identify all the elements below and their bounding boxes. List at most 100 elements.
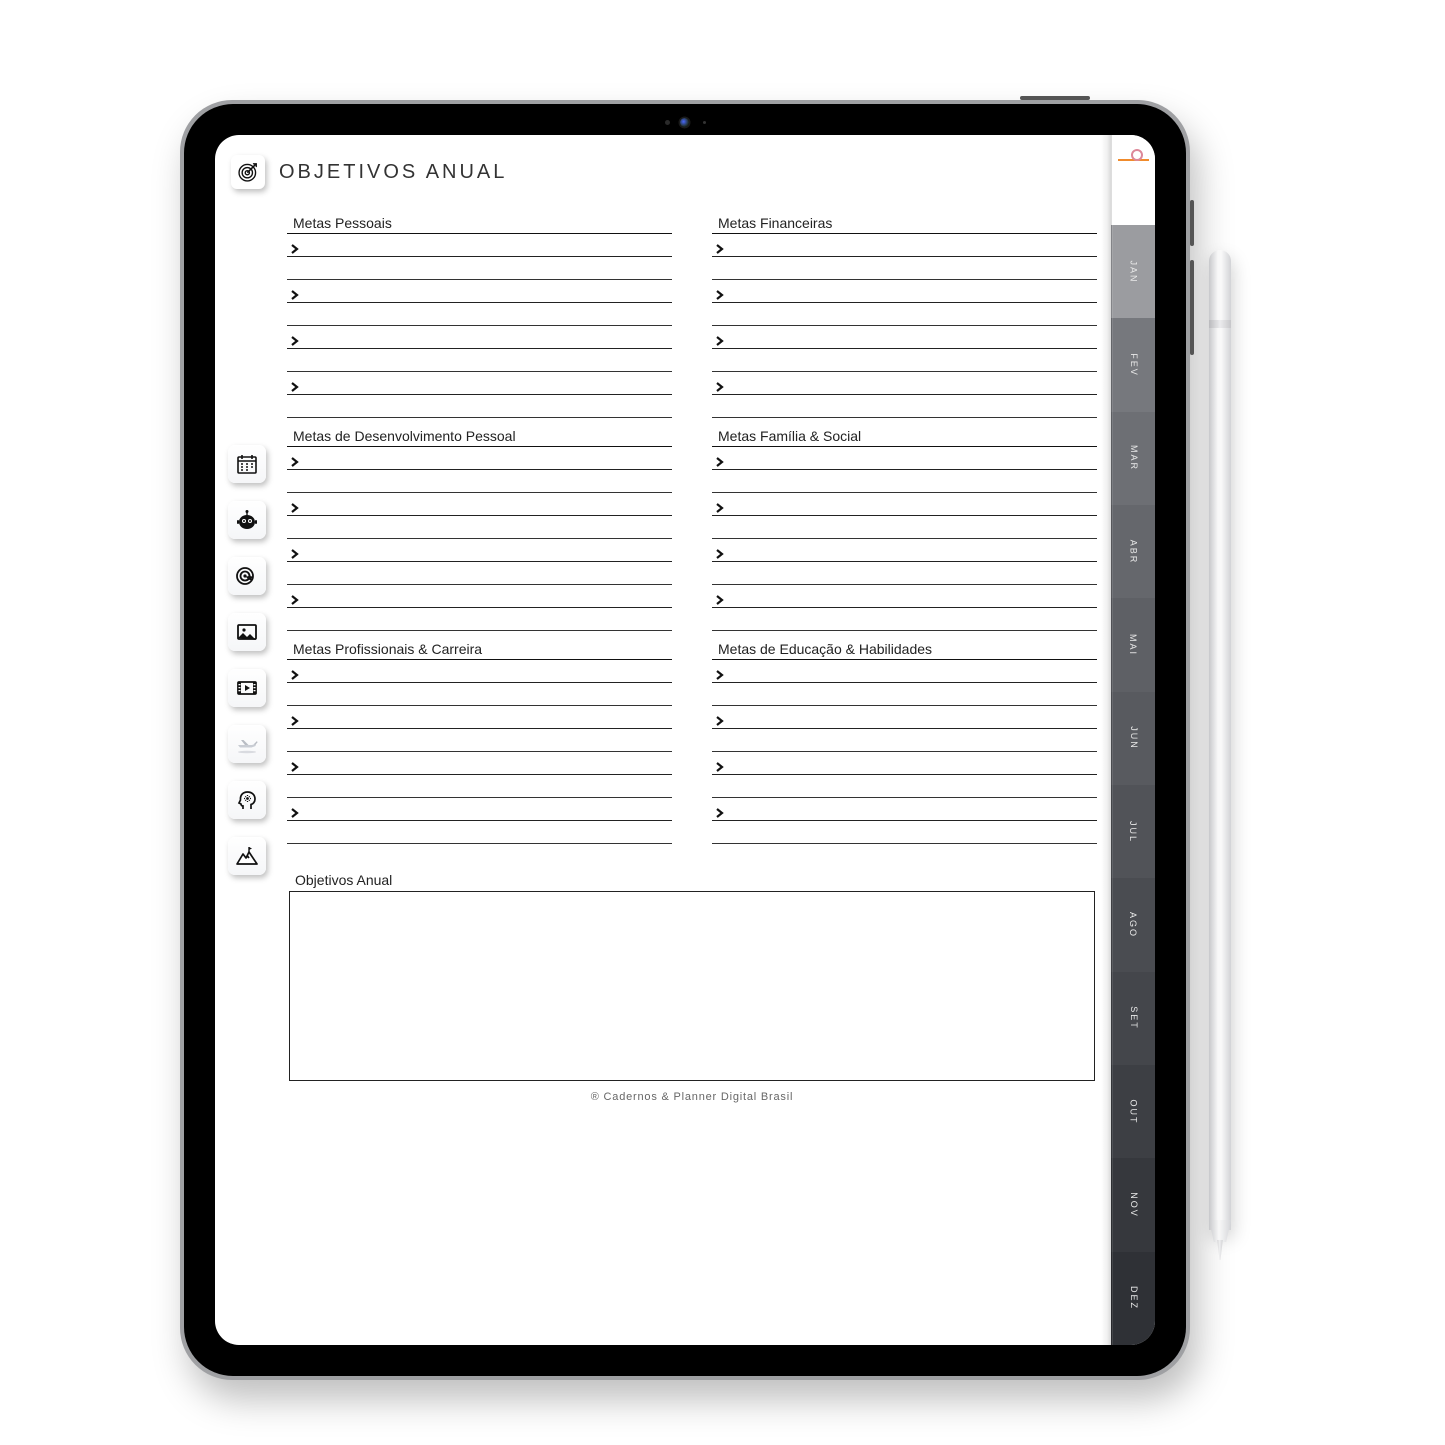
chevron-right-icon — [287, 669, 303, 682]
goal-line-sub[interactable] — [712, 821, 1097, 844]
goal-line[interactable] — [287, 234, 672, 257]
page-title: OBJETIVOS ANUAL — [279, 161, 507, 184]
plane-icon[interactable] — [228, 725, 266, 763]
section-education-goals: Metas de Educação & Habilidades — [712, 641, 1097, 844]
goal-line[interactable] — [712, 585, 1097, 608]
left-sidebar — [228, 445, 266, 875]
goal-line-sub[interactable] — [287, 257, 672, 280]
tab-month-nov[interactable]: NOV — [1111, 1158, 1155, 1251]
hw-button — [1190, 260, 1194, 355]
goal-line[interactable] — [287, 706, 672, 729]
goal-line-sub[interactable] — [712, 516, 1097, 539]
goal-line[interactable] — [712, 280, 1097, 303]
chevron-right-icon — [712, 761, 728, 774]
tab-month-ago[interactable]: AGO — [1111, 878, 1155, 971]
goal-line-sub[interactable] — [287, 729, 672, 752]
section-title: Metas Família & Social — [712, 428, 1097, 447]
goal-line[interactable] — [712, 234, 1097, 257]
section-title: Metas de Educação & Habilidades — [712, 641, 1097, 660]
goal-line-sub[interactable] — [287, 516, 672, 539]
goal-line[interactable] — [712, 539, 1097, 562]
chevron-right-icon — [712, 289, 728, 302]
goal-line-sub[interactable] — [712, 562, 1097, 585]
section-title: Metas Financeiras — [712, 215, 1097, 234]
pencil-tip — [1209, 1220, 1231, 1260]
goal-line[interactable] — [712, 798, 1097, 821]
chevron-right-icon — [712, 456, 728, 469]
tab-month-abr[interactable]: ABR — [1111, 505, 1155, 598]
tab-month-mar[interactable]: MAR — [1111, 412, 1155, 505]
chevron-right-icon — [287, 289, 303, 302]
content-area: Metas Pessoais — [287, 215, 1097, 1335]
pencil-band — [1209, 320, 1231, 328]
tab-cover-icon[interactable] — [1111, 135, 1155, 225]
tab-month-jul[interactable]: JUL — [1111, 785, 1155, 878]
goal-line-sub[interactable] — [287, 470, 672, 493]
goal-line-sub[interactable] — [712, 349, 1097, 372]
tab-month-fev[interactable]: FEV — [1111, 318, 1155, 411]
goal-line-sub[interactable] — [287, 683, 672, 706]
goal-line-sub[interactable] — [287, 775, 672, 798]
goal-line[interactable] — [287, 280, 672, 303]
goal-line[interactable] — [287, 539, 672, 562]
goal-line-sub[interactable] — [287, 349, 672, 372]
chevron-right-icon — [287, 548, 303, 561]
tab-month-mai[interactable]: MAI — [1111, 598, 1155, 691]
goal-line[interactable] — [712, 447, 1097, 470]
tab-month-jun[interactable]: JUN — [1111, 692, 1155, 785]
section-title: Metas Profissionais & Carreira — [287, 641, 672, 660]
goal-line[interactable] — [712, 326, 1097, 349]
goal-line-sub[interactable] — [712, 470, 1097, 493]
goal-line[interactable] — [287, 798, 672, 821]
calendar-icon[interactable] — [228, 445, 266, 483]
goal-line[interactable] — [287, 447, 672, 470]
image-icon[interactable] — [228, 613, 266, 651]
mind-icon[interactable] — [228, 781, 266, 819]
goal-line[interactable] — [287, 372, 672, 395]
chevron-right-icon — [287, 715, 303, 728]
chevron-right-icon — [712, 594, 728, 607]
chevron-right-icon — [287, 243, 303, 256]
goal-line-sub[interactable] — [712, 729, 1097, 752]
goal-line-sub[interactable] — [287, 395, 672, 418]
goal-line[interactable] — [287, 326, 672, 349]
goal-line[interactable] — [287, 585, 672, 608]
tab-month-jan[interactable]: JAN — [1111, 225, 1155, 318]
target-star-icon[interactable] — [228, 557, 266, 595]
sections-row-3: Metas Profissionais & Carreira — [287, 641, 1097, 854]
sections-row-2: Metas de Desenvolvimento Pessoal — [287, 428, 1097, 641]
hw-button — [1190, 200, 1194, 246]
goal-line[interactable] — [712, 660, 1097, 683]
goal-line-sub[interactable] — [712, 683, 1097, 706]
sensor-dot — [665, 120, 670, 125]
robot-icon[interactable] — [228, 501, 266, 539]
goal-line[interactable] — [712, 493, 1097, 516]
tab-month-out[interactable]: OUT — [1111, 1065, 1155, 1158]
chevron-right-icon — [287, 502, 303, 515]
goal-line-sub[interactable] — [287, 821, 672, 844]
goal-line-sub[interactable] — [287, 303, 672, 326]
goal-line-sub[interactable] — [712, 608, 1097, 631]
chevron-right-icon — [287, 761, 303, 774]
goal-line-sub[interactable] — [712, 395, 1097, 418]
goal-line-sub[interactable] — [712, 303, 1097, 326]
section-financial-goals: Metas Financeiras — [712, 215, 1097, 418]
chevron-right-icon — [287, 335, 303, 348]
tab-month-dez[interactable]: DEZ — [1111, 1252, 1155, 1345]
goal-line[interactable] — [712, 706, 1097, 729]
goal-line[interactable] — [287, 493, 672, 516]
objectives-text-area[interactable] — [289, 891, 1095, 1081]
section-title: Metas Pessoais — [287, 215, 672, 234]
tab-month-set[interactable]: SET — [1111, 972, 1155, 1065]
goal-line[interactable] — [287, 660, 672, 683]
goal-line-sub[interactable] — [287, 562, 672, 585]
goal-line-sub[interactable] — [712, 775, 1097, 798]
video-icon[interactable] — [228, 669, 266, 707]
goal-line[interactable] — [712, 752, 1097, 775]
mountain-icon[interactable] — [228, 837, 266, 875]
goal-line[interactable] — [287, 752, 672, 775]
goal-line-sub[interactable] — [712, 257, 1097, 280]
goal-line[interactable] — [712, 372, 1097, 395]
goal-line-sub[interactable] — [287, 608, 672, 631]
chevron-right-icon — [287, 807, 303, 820]
